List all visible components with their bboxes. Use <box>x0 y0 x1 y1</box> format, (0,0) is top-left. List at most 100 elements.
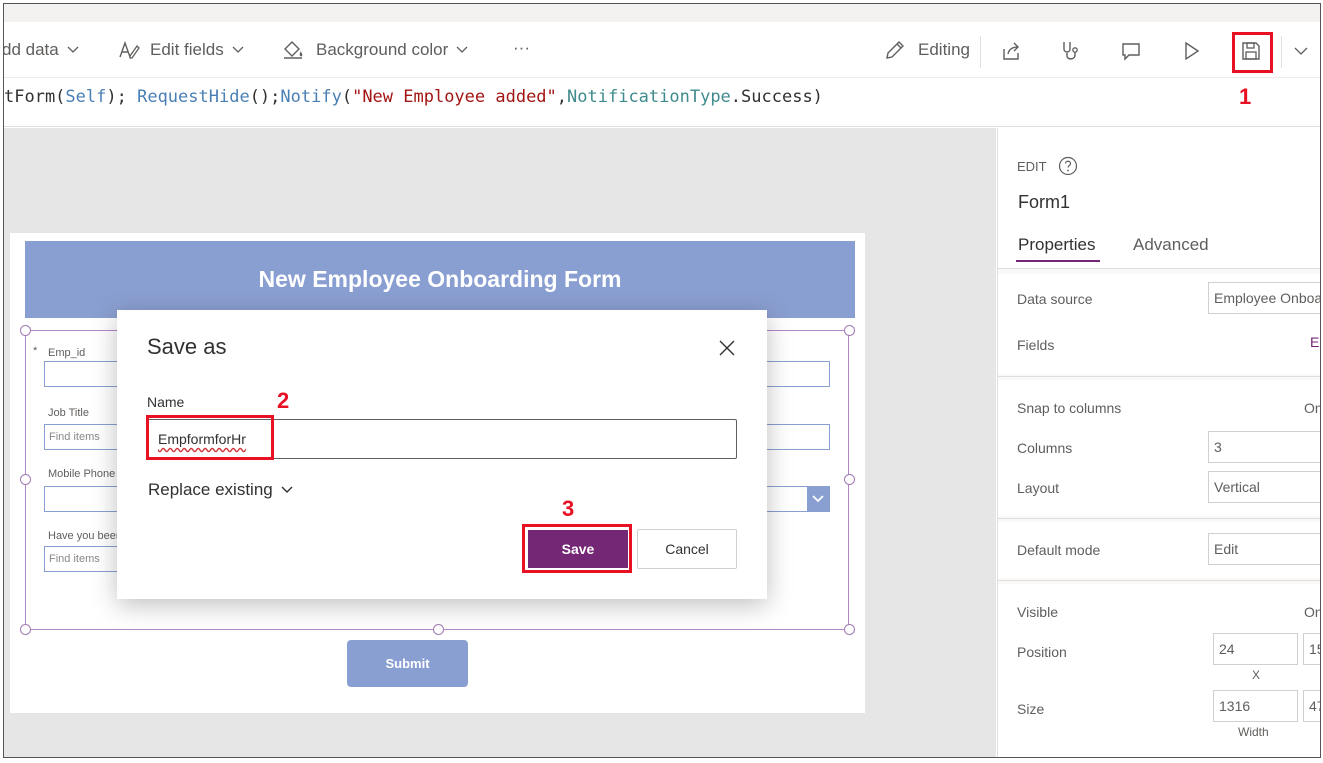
comment-icon[interactable] <box>1118 38 1144 64</box>
background-color-button[interactable]: Background color <box>282 36 468 64</box>
layout-section: Snap to columns On Columns 3 Layout Vert… <box>998 380 1320 516</box>
visible-toggle[interactable]: On <box>1304 604 1320 620</box>
save-button[interactable]: Save <box>528 530 628 568</box>
data-section: Data source Employee Onboa Fields Ed <box>998 274 1320 374</box>
tab-properties[interactable]: Properties <box>1018 235 1095 255</box>
position-y-input[interactable]: 15 <box>1303 633 1320 665</box>
columns-input[interactable]: 3 <box>1208 431 1320 463</box>
save-as-dialog: Save as Name EmpformforHr Replace existi… <box>117 310 767 599</box>
formula-token: RequestHide <box>137 87 250 107</box>
chevron-down-icon <box>232 46 244 53</box>
design-canvas: New Employee Onboarding Form * Emp_id Jo… <box>4 128 996 757</box>
name-input-value: EmpformforHr <box>158 431 246 447</box>
field-input-right[interactable] <box>758 361 830 387</box>
divider <box>998 580 1320 581</box>
edit-fields-link[interactable]: Ed <box>1310 334 1320 350</box>
emp-id-label: Emp_id <box>48 347 86 359</box>
edit-fields-icon <box>119 40 140 59</box>
columns-label: Columns <box>1017 440 1073 456</box>
name-label: Name <box>147 394 185 410</box>
layout-label: Layout <box>1017 480 1060 496</box>
dropdown-button[interactable] <box>807 487 829 511</box>
layout-dropdown[interactable]: Vertical <box>1208 471 1320 503</box>
edit-fields-button[interactable]: Edit fields <box>118 36 244 64</box>
divider <box>998 518 1320 519</box>
add-data-button[interactable]: dd data <box>3 36 79 64</box>
position-section: Visible On Position 24 15 X Size 1316 47… <box>998 584 1320 757</box>
formula-token: ); <box>106 87 138 107</box>
tab-advanced[interactable]: Advanced <box>1133 235 1209 255</box>
mode-label: EDIT <box>1017 159 1047 174</box>
active-tab-indicator <box>1016 260 1100 262</box>
toolbar-divider <box>1281 36 1282 68</box>
size-width-input[interactable]: 1316 <box>1213 690 1298 722</box>
snap-to-columns-toggle[interactable]: On <box>1304 400 1320 416</box>
width-caption: Width <box>1238 725 1269 739</box>
formula-token: (); <box>249 87 281 107</box>
chevron-down-icon <box>456 46 468 53</box>
formula-token: NotificationType <box>567 87 731 107</box>
formula-token: ( <box>341 87 353 107</box>
more-button[interactable]: ··· <box>513 34 530 62</box>
resize-handle[interactable] <box>20 474 31 485</box>
submit-button[interactable]: Submit <box>347 640 468 687</box>
chevron-down-icon <box>281 486 293 493</box>
callout-step-1: 1 <box>1239 84 1252 109</box>
help-icon[interactable] <box>1058 156 1078 176</box>
chevron-down-icon <box>67 46 79 53</box>
formula-bar[interactable]: tForm(Self); RequestHide();Notify("New E… <box>4 79 1320 127</box>
paint-bucket-icon <box>284 41 303 59</box>
share-icon[interactable] <box>998 38 1024 64</box>
chevron-down-icon[interactable] <box>1288 38 1314 64</box>
callout-step-2: 2 <box>277 388 290 413</box>
default-mode-dropdown[interactable]: Edit <box>1208 533 1320 565</box>
editing-label: Editing <box>918 40 970 59</box>
add-data-label: dd data <box>3 40 59 59</box>
resize-handle[interactable] <box>844 325 855 336</box>
formula-token: , <box>556 87 568 107</box>
size-label: Size <box>1017 701 1045 717</box>
mode-section: Default mode Edit <box>998 522 1320 578</box>
size-height-input[interactable]: 47 <box>1303 690 1320 722</box>
dialog-title: Save as <box>147 334 227 359</box>
mobile-phone-label: Mobile Phone <box>48 468 116 480</box>
formula-token: tForm( <box>4 87 66 107</box>
have-you-been-label: Have you been <box>48 530 122 542</box>
callout-step-3: 3 <box>562 496 575 521</box>
default-mode-label: Default mode <box>1017 542 1101 558</box>
position-x-input[interactable]: 24 <box>1213 633 1298 665</box>
resize-handle[interactable] <box>844 474 855 485</box>
data-source-dropdown[interactable]: Employee Onboa <box>1208 282 1320 314</box>
save-icon[interactable] <box>1238 38 1264 64</box>
resize-handle[interactable] <box>844 624 855 635</box>
formula-token: "New Employee added" <box>352 87 557 107</box>
properties-panel: EDIT Form1 Properties Advanced Data sour… <box>997 128 1320 757</box>
cancel-button[interactable]: Cancel <box>637 529 737 569</box>
editing-button[interactable]: Editing <box>884 36 970 64</box>
replace-existing-toggle[interactable]: Replace existing <box>148 480 293 500</box>
divider <box>998 376 1320 377</box>
resize-handle[interactable] <box>20 325 31 336</box>
resize-handle[interactable] <box>20 624 31 635</box>
control-name: Form1 <box>1018 192 1071 212</box>
chevron-down-icon <box>812 495 824 503</box>
x-caption: X <box>1252 668 1261 682</box>
app-window: dd data Edit fields Background color ···… <box>3 3 1321 758</box>
form-title: New Employee Onboarding Form <box>25 241 855 318</box>
divider <box>998 268 1320 269</box>
formula-token: Self <box>65 87 107 107</box>
command-bar: dd data Edit fields Background color ···… <box>4 22 1320 78</box>
name-input[interactable]: EmpformforHr <box>147 419 737 459</box>
formula-token: .Success) <box>730 87 823 107</box>
more-label: ··· <box>513 38 530 57</box>
preview-play-icon[interactable] <box>1178 38 1204 64</box>
field-input-right[interactable] <box>758 424 830 450</box>
fields-label: Fields <box>1017 337 1055 353</box>
snap-to-columns-label: Snap to columns <box>1017 400 1122 416</box>
close-icon[interactable] <box>717 338 737 358</box>
app-checker-icon[interactable] <box>1058 38 1084 64</box>
position-label: Position <box>1017 644 1067 660</box>
resize-handle[interactable] <box>433 624 444 635</box>
pencil-icon <box>886 41 904 59</box>
job-title-label: Job Title <box>48 407 89 419</box>
